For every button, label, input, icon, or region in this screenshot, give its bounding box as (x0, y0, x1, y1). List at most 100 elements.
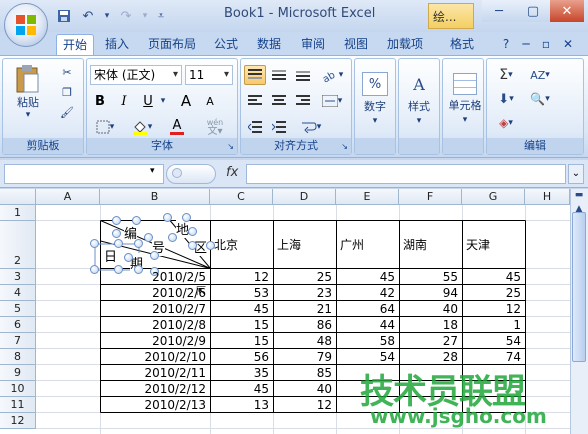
cell-value[interactable]: 13 (210, 397, 273, 413)
header-shanghai[interactable]: 上海 (273, 237, 305, 253)
increase-indent-icon[interactable] (268, 117, 290, 137)
cell-value[interactable]: 45 (462, 269, 525, 285)
header-hunan[interactable]: 湖南 (399, 237, 431, 253)
alignment-dialog-launcher-icon[interactable]: ↘ (341, 142, 348, 151)
align-right-icon[interactable] (292, 91, 314, 111)
cell-value[interactable]: 1 (462, 317, 525, 333)
save-icon[interactable] (54, 7, 74, 25)
font-name-combo[interactable]: 宋体 (正文) (90, 65, 182, 85)
resize-handle[interactable] (188, 227, 197, 236)
cell-value[interactable]: 55 (399, 269, 462, 285)
paste-button[interactable]: 粘贴 ▾ (11, 63, 45, 121)
shrink-font-button[interactable]: A (199, 91, 221, 111)
bold-button[interactable]: B (90, 91, 110, 111)
cell-value[interactable]: 54 (336, 349, 399, 365)
clear-icon[interactable]: ◈ ▾ (491, 113, 521, 133)
redo-icon[interactable]: ↷ (116, 7, 136, 25)
name-box[interactable] (4, 164, 164, 184)
cell-value[interactable]: 74 (462, 349, 525, 365)
grow-font-button[interactable]: A (175, 91, 197, 111)
format-painter-icon[interactable]: 🖌 (57, 103, 77, 121)
tab-insert[interactable]: 插入 (100, 34, 134, 56)
font-dialog-launcher-icon[interactable]: ↘ (227, 142, 234, 151)
diag-label-ri[interactable]: 日 (104, 246, 118, 265)
cell-value[interactable]: 53 (210, 285, 273, 301)
cell-date[interactable]: 2010/2/12 (100, 381, 210, 397)
resize-handle[interactable] (112, 216, 121, 225)
find-select-icon[interactable]: 🔍 ▾ (525, 89, 555, 109)
ribbon-close-icon[interactable]: ✕ (560, 34, 576, 56)
resize-handle[interactable] (90, 265, 99, 274)
cell-value[interactable]: 45 (210, 381, 273, 397)
insert-function-icon[interactable]: fx (226, 165, 238, 180)
cell-date[interactable]: 2010/2/5 (100, 269, 210, 285)
cell-value[interactable]: 64 (336, 301, 399, 317)
cell-date[interactable]: 2010/2/11 (100, 365, 210, 381)
cell-value[interactable]: 42 (336, 285, 399, 301)
styles-button[interactable]: A 样式 ▾ (402, 63, 436, 135)
ribbon-minimize-icon[interactable]: ─ (518, 34, 534, 56)
fill-color-icon[interactable]: ▾ (125, 117, 159, 137)
phonetic-button[interactable]: wén 文▾ (197, 117, 233, 137)
scroll-split-icon[interactable]: ▬ (571, 190, 587, 204)
resize-handle[interactable] (114, 239, 123, 248)
orientation-icon[interactable]: ab ▾ (317, 65, 347, 85)
autosum-icon[interactable]: Σ ▾ (491, 65, 521, 85)
office-button[interactable] (4, 3, 48, 47)
resize-handle[interactable] (188, 241, 197, 250)
cell-value[interactable]: 15 (210, 317, 273, 333)
cell-value[interactable]: 56 (210, 349, 273, 365)
tab-data[interactable]: 数据 (252, 34, 286, 56)
align-center-icon[interactable] (268, 91, 290, 111)
cell-value[interactable]: 58 (336, 333, 399, 349)
resize-handle[interactable] (124, 253, 133, 262)
font-color-button[interactable]: A (161, 117, 193, 137)
header-guangzhou[interactable]: 广州 (336, 237, 368, 253)
tab-review[interactable]: 审阅 (296, 34, 330, 56)
tab-formulas[interactable]: 公式 (209, 34, 243, 56)
font-size-combo[interactable]: 11 (185, 65, 233, 85)
decrease-indent-icon[interactable] (244, 117, 266, 137)
help-icon[interactable]: ? (498, 34, 514, 56)
tab-format[interactable]: 格式 (442, 34, 482, 56)
cell-value[interactable]: 86 (273, 317, 336, 333)
resize-handle[interactable] (90, 239, 99, 248)
cells-button[interactable]: 单元格 ▾ (446, 63, 484, 135)
cell-value[interactable]: 12 (462, 301, 525, 317)
cell-value[interactable]: 12 (273, 397, 336, 413)
name-box-dropdown-icon[interactable]: ▾ (150, 166, 155, 176)
cell-value[interactable]: 28 (399, 349, 462, 365)
expand-formula-bar-icon[interactable]: ⌄ (568, 164, 584, 184)
cell-value[interactable]: 12 (210, 269, 273, 285)
resize-handle[interactable] (112, 229, 121, 238)
formula-cancel-icon[interactable] (172, 168, 182, 178)
minimize-icon[interactable]: ─ (482, 0, 516, 22)
resize-handle[interactable] (134, 239, 143, 248)
resize-handle[interactable] (144, 233, 153, 242)
cell-date[interactable]: 2010/2/10 (100, 349, 210, 365)
cell-value[interactable]: 44 (336, 317, 399, 333)
borders-icon[interactable]: ▾ (90, 117, 120, 137)
cell-value[interactable]: 40 (399, 301, 462, 317)
tab-addins[interactable]: 加载项 (382, 34, 428, 56)
cell-value[interactable]: 45 (336, 269, 399, 285)
undo-dropdown-icon[interactable]: ▾ (102, 7, 112, 25)
cell-date[interactable]: 2010/2/6 (100, 285, 210, 301)
resize-handle[interactable] (182, 213, 191, 222)
formula-input[interactable] (246, 164, 566, 184)
cell-date[interactable]: 2010/2/13 (100, 397, 210, 413)
header-tianjin[interactable]: 天津 (462, 237, 494, 253)
cell-value[interactable]: 18 (399, 317, 462, 333)
cell-value[interactable]: 15 (210, 333, 273, 349)
fill-icon[interactable]: ⬇ ▾ (491, 89, 521, 109)
align-top-icon[interactable] (244, 65, 266, 85)
copy-icon[interactable]: ❐ (57, 83, 77, 101)
resize-handle[interactable] (150, 251, 159, 260)
drawing-tools-context-tab[interactable]: 绘... (428, 3, 474, 29)
underline-dropdown-icon[interactable]: ▾ (158, 91, 168, 111)
italic-button[interactable]: I (114, 91, 134, 111)
resize-handle[interactable] (168, 233, 177, 242)
scrollbar-thumb[interactable] (572, 212, 586, 362)
cell-value[interactable]: 25 (273, 269, 336, 285)
cut-icon[interactable]: ✂ (57, 63, 77, 81)
